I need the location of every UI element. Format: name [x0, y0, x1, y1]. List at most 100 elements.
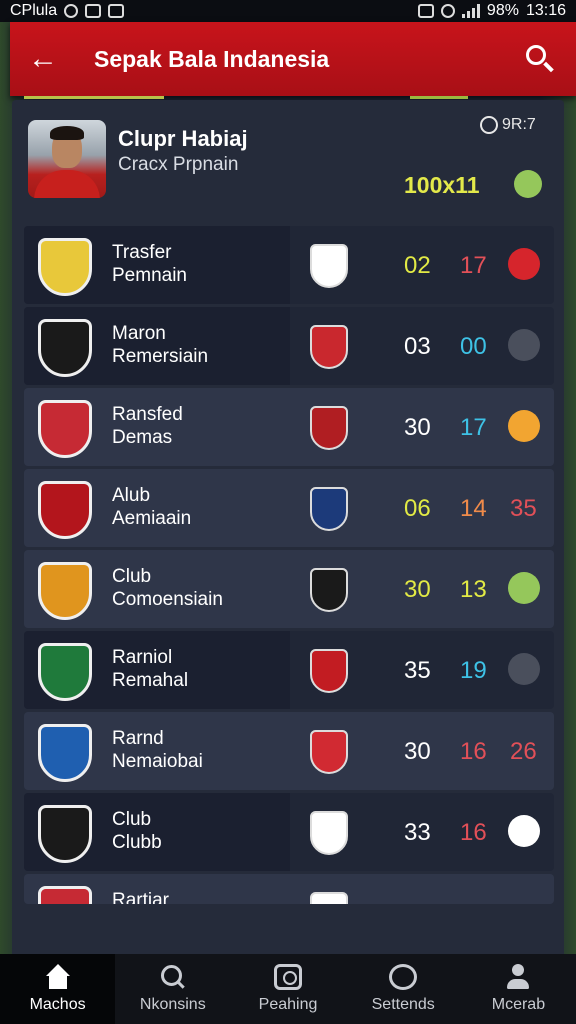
- list-item[interactable]: Trasfer Pemnain 02 17: [24, 226, 554, 304]
- row-action-icon[interactable]: [508, 815, 540, 847]
- profile-score: 100x11: [404, 172, 480, 198]
- camera-icon: [274, 964, 302, 990]
- club-crest-icon: [38, 481, 92, 539]
- row-value-v1: 03: [404, 333, 431, 360]
- opponent-crest-icon: [310, 649, 348, 693]
- chat-icon: [389, 964, 418, 990]
- row-action-icon[interactable]: [508, 410, 540, 442]
- profile-card[interactable]: Clupr Habiaj Cracx Prpnain 9R:7 100x11: [28, 116, 548, 216]
- row-value-v1: 06: [404, 495, 431, 522]
- user-icon: [504, 964, 532, 990]
- row-label2: Remahal: [112, 670, 189, 691]
- opponent-crest-icon: [310, 811, 348, 855]
- mute-icon: [417, 4, 434, 18]
- sync-icon: [64, 4, 79, 18]
- club-crest-icon: [38, 886, 92, 904]
- row-label2: Comoensiain: [112, 589, 223, 610]
- opponent-crest-icon: [310, 730, 348, 774]
- carrier-label: CPlula: [10, 2, 58, 19]
- image-icon: [85, 4, 102, 18]
- home-icon: [44, 964, 72, 990]
- list-item[interactable]: Club Clubb 33 16: [24, 793, 554, 871]
- row-value-v2: 17: [460, 414, 487, 441]
- row-label2: Demas: [112, 427, 173, 448]
- row-label1: Rarniol: [112, 647, 173, 668]
- row-label2: Nemaiobai: [112, 751, 203, 772]
- profile-meta-text: 9R:7: [502, 116, 536, 133]
- opponent-crest-icon: [310, 325, 348, 369]
- row-action-icon[interactable]: [508, 329, 540, 361]
- notification-icon: [108, 4, 125, 18]
- tab-label: Machos: [29, 996, 86, 1013]
- row-label1: Rarnd: [112, 728, 164, 749]
- row-value-v1: 35: [404, 657, 431, 684]
- tab-machos[interactable]: Machos: [0, 954, 116, 1024]
- tab-indicator-secondary: [410, 96, 468, 99]
- list-item[interactable]: Rarniol Remahal 35 19: [24, 631, 554, 709]
- club-crest-icon: [38, 805, 92, 863]
- row-value-v2: 19: [460, 657, 487, 684]
- club-crest-icon: [38, 643, 92, 701]
- stats-icon[interactable]: [514, 170, 542, 198]
- club-crest-icon: [38, 562, 92, 620]
- row-value-v2: 13: [460, 576, 487, 603]
- tab-indicator: [24, 96, 164, 99]
- opponent-crest-icon: [310, 406, 348, 450]
- row-action-icon[interactable]: [508, 248, 540, 280]
- row-value-v2: 00: [460, 333, 487, 360]
- profile-name: Clupr Habiaj: [118, 126, 248, 151]
- list-item[interactable]: Ransfed Demas 30 17: [24, 388, 554, 466]
- row-label1: Club: [112, 809, 152, 830]
- row-label1: Rartiar: [112, 890, 170, 904]
- status-bar: CPlula 98% 13:16: [0, 0, 576, 22]
- row-value-v1: 30: [404, 738, 431, 765]
- tab-nkonsins[interactable]: Nkonsins: [115, 954, 230, 1024]
- tab-peahing[interactable]: Peahing: [230, 954, 345, 1024]
- row-value-v1: 33: [404, 819, 431, 846]
- profile-meta: 9R:7: [480, 116, 536, 134]
- bottom-tab-bar: Machos Nkonsins Peahing Settends Mcerab: [0, 954, 576, 1024]
- club-crest-icon: [38, 724, 92, 782]
- row-action-icon[interactable]: [508, 653, 540, 685]
- opponent-crest-icon: [310, 568, 348, 612]
- row-value-v3: 26: [510, 738, 537, 765]
- list-item[interactable]: Rartiar: [24, 874, 554, 904]
- tab-label: Mcerab: [491, 996, 546, 1013]
- tab-mcerab[interactable]: Mcerab: [461, 954, 576, 1024]
- row-label2: Pemnain: [112, 265, 187, 286]
- tab-settends[interactable]: Settends: [346, 954, 461, 1024]
- row-value-v2: 16: [460, 738, 487, 765]
- list-item[interactable]: Club Comoensiain 30 13: [24, 550, 554, 628]
- avatar[interactable]: [28, 120, 106, 198]
- tab-label: Nkonsins: [139, 996, 206, 1013]
- tab-label: Peahing: [258, 996, 318, 1013]
- list-item[interactable]: Maron Remersiain 03 00: [24, 307, 554, 385]
- transfer-list: Trasfer Pemnain 02 17 Maron Remersiain 03 00 Ran…: [24, 226, 554, 907]
- opponent-crest-icon: [310, 487, 348, 531]
- row-value-v3: 35: [510, 495, 537, 522]
- row-value-v1: 30: [404, 576, 431, 603]
- row-value-v2: 16: [460, 819, 487, 846]
- row-label2: Clubb: [112, 832, 162, 853]
- row-label2: Aemiaain: [112, 508, 192, 529]
- row-label1: Trasfer: [112, 242, 172, 263]
- row-action-icon[interactable]: [508, 572, 540, 604]
- row-label1: Club: [112, 566, 152, 587]
- club-crest-icon: [38, 400, 92, 458]
- row-value-v1: 30: [404, 414, 431, 441]
- tab-label: Settends: [371, 996, 435, 1013]
- wifi-icon: [440, 4, 455, 18]
- search-icon: [159, 964, 187, 990]
- list-item[interactable]: Rarnd Nemaiobai 30 16 26: [24, 712, 554, 790]
- row-label1: Alub: [112, 485, 151, 506]
- club-crest-icon: [38, 238, 92, 296]
- signal-icon: [461, 4, 480, 18]
- search-icon[interactable]: [522, 41, 558, 77]
- page-title: Sepak Bala Indanesia: [94, 45, 330, 72]
- list-item[interactable]: Alub Aemiaain 06 14 35: [24, 469, 554, 547]
- row-value-v2: 14: [460, 495, 487, 522]
- profile-subtitle: Cracx Prpnain: [118, 154, 239, 175]
- arrow-left-icon[interactable]: ←: [28, 42, 60, 76]
- clock-icon: [480, 116, 498, 134]
- row-label2: Remersiain: [112, 346, 209, 367]
